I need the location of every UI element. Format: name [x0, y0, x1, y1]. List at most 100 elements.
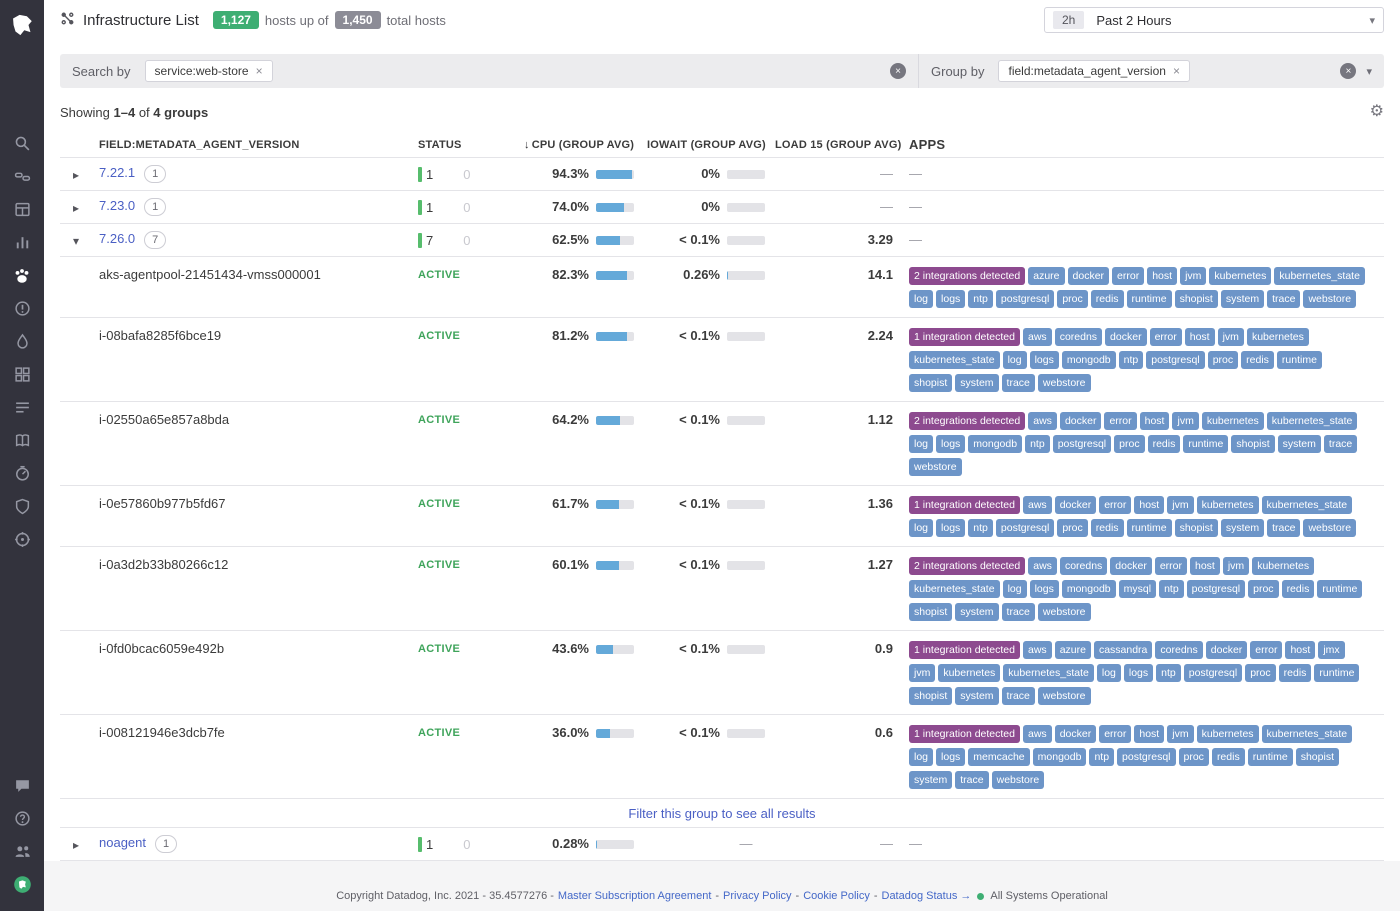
column-header-group-field[interactable]: FIELD:METADATA_AGENT_VERSION [92, 139, 418, 151]
host-name-link[interactable]: i-0fd0bcac6059e492b [99, 641, 224, 656]
app-badge[interactable]: mongodb [968, 435, 1022, 453]
time-range-selector[interactable]: 2h Past 2 Hours ▾ [1044, 7, 1384, 33]
watchdog-icon[interactable] [0, 160, 44, 193]
app-badge[interactable]: ntp [1159, 580, 1184, 598]
app-badge[interactable]: shopist [1175, 290, 1218, 308]
app-badge[interactable]: mongodb [1062, 580, 1116, 598]
app-badge[interactable]: ntp [1089, 748, 1114, 766]
remove-group-tag-icon[interactable]: × [1173, 65, 1180, 77]
app-badge[interactable]: proc [1245, 664, 1275, 682]
app-badge[interactable]: jmx [1318, 641, 1344, 659]
app-badge[interactable]: aws [1023, 328, 1052, 346]
group-by-chevron-down-icon[interactable]: ▾ [1366, 65, 1372, 78]
app-badge[interactable]: kubernetes_state [1262, 725, 1353, 743]
app-badge[interactable]: docker [1055, 725, 1097, 743]
apm-icon[interactable] [0, 457, 44, 490]
app-badge[interactable]: kubernetes [938, 664, 1000, 682]
app-badge[interactable]: aws [1023, 496, 1052, 514]
app-badge[interactable]: postgresql [1184, 664, 1242, 682]
integrations-detected-badge[interactable]: 1 integration detected [909, 725, 1020, 743]
integrations-icon[interactable] [0, 358, 44, 391]
app-badge[interactable]: mysql [1119, 580, 1156, 598]
app-badge[interactable]: runtime [1183, 435, 1228, 453]
app-badge[interactable]: host [1147, 267, 1177, 285]
footer-link[interactable]: Privacy Policy [723, 890, 791, 902]
app-badge[interactable]: jvm [1172, 412, 1198, 430]
dashboards-icon[interactable] [0, 193, 44, 226]
app-badge[interactable]: webstore [1038, 687, 1091, 705]
infrastructure-icon[interactable] [0, 259, 44, 292]
column-header-iowait[interactable]: IOWAIT (GROUP AVG) [647, 139, 775, 151]
metrics-icon[interactable] [0, 226, 44, 259]
users-icon[interactable] [0, 835, 44, 868]
app-badge[interactable]: postgresql [1053, 435, 1111, 453]
collapse-group-icon[interactable]: ▾ [73, 234, 79, 248]
integrations-detected-badge[interactable]: 1 integration detected [909, 496, 1020, 514]
app-badge[interactable]: runtime [1317, 580, 1362, 598]
column-header-apps[interactable]: APPS [905, 136, 1384, 154]
table-settings-gear-icon[interactable]: ⚙ [1370, 104, 1384, 120]
app-badge[interactable]: azure [1055, 641, 1091, 659]
app-badge[interactable]: jvm [1223, 557, 1249, 575]
app-badge[interactable]: redis [1282, 580, 1315, 598]
app-badge[interactable]: log [909, 519, 933, 537]
app-badge[interactable]: system [1278, 435, 1321, 453]
app-badge[interactable]: webstore [992, 771, 1045, 789]
app-badge[interactable]: docker [1110, 557, 1152, 575]
search-section[interactable]: Search by service:web-store × × [60, 54, 918, 88]
clear-group-by-icon[interactable]: × [1340, 63, 1356, 79]
app-badge[interactable]: shopist [909, 374, 952, 392]
notebooks-icon[interactable] [0, 424, 44, 457]
app-badge[interactable]: docker [1060, 412, 1102, 430]
app-badge[interactable]: error [1104, 412, 1136, 430]
footer-link[interactable]: Master Subscription Agreement [558, 890, 711, 902]
app-badge[interactable]: logs [936, 435, 965, 453]
app-badge[interactable]: postgresql [1146, 351, 1204, 369]
app-badge[interactable]: trace [955, 771, 988, 789]
app-badge[interactable]: redis [1212, 748, 1245, 766]
app-badge[interactable]: ntp [968, 519, 993, 537]
remove-search-tag-icon[interactable]: × [256, 65, 263, 77]
app-badge[interactable]: proc [1114, 435, 1144, 453]
app-badge[interactable]: trace [1267, 519, 1300, 537]
app-badge[interactable]: ntp [968, 290, 993, 308]
app-badge[interactable]: kubernetes_state [909, 351, 1000, 369]
app-badge[interactable]: log [909, 748, 933, 766]
app-badge[interactable]: ntp [1119, 351, 1144, 369]
app-badge[interactable]: webstore [909, 458, 962, 476]
app-badge[interactable]: webstore [1303, 519, 1356, 537]
app-badge[interactable]: log [1097, 664, 1121, 682]
app-badge[interactable]: host [1285, 641, 1315, 659]
app-badge[interactable]: coredns [1055, 328, 1102, 346]
app-badge[interactable]: aws [1028, 412, 1057, 430]
app-badge[interactable]: proc [1248, 580, 1278, 598]
app-badge[interactable]: kubernetes [1197, 725, 1259, 743]
app-badge[interactable]: error [1150, 328, 1182, 346]
group-link[interactable]: 7.23.0 [99, 198, 135, 213]
app-badge[interactable]: webstore [1038, 603, 1091, 621]
app-badge[interactable]: shopist [1296, 748, 1339, 766]
app-badge[interactable]: webstore [1038, 374, 1091, 392]
app-badge[interactable]: cassandra [1094, 641, 1152, 659]
integrations-detected-badge[interactable]: 1 integration detected [909, 641, 1020, 659]
monitors-icon[interactable] [0, 292, 44, 325]
app-badge[interactable]: log [909, 435, 933, 453]
app-badge[interactable]: kubernetes [1247, 328, 1309, 346]
app-badge[interactable]: error [1155, 557, 1187, 575]
search-icon[interactable] [0, 127, 44, 160]
app-badge[interactable]: docker [1206, 641, 1248, 659]
app-badge[interactable]: jvm [1180, 267, 1206, 285]
search-filter-tag[interactable]: service:web-store × [145, 60, 273, 82]
app-badge[interactable]: webstore [1303, 290, 1356, 308]
app-badge[interactable]: memcache [968, 748, 1029, 766]
app-badge[interactable]: mongodb [1062, 351, 1116, 369]
app-badge[interactable]: log [1003, 580, 1027, 598]
clear-search-icon[interactable]: × [890, 63, 906, 79]
expand-group-icon[interactable]: ▸ [73, 838, 79, 852]
app-badge[interactable]: log [909, 290, 933, 308]
group-by-tag[interactable]: field:metadata_agent_version × [998, 60, 1189, 82]
integrations-detected-badge[interactable]: 2 integrations detected [909, 412, 1025, 430]
app-badge[interactable]: kubernetes [1197, 496, 1259, 514]
expand-group-icon[interactable]: ▸ [73, 168, 79, 182]
app-badge[interactable]: trace [1002, 603, 1035, 621]
